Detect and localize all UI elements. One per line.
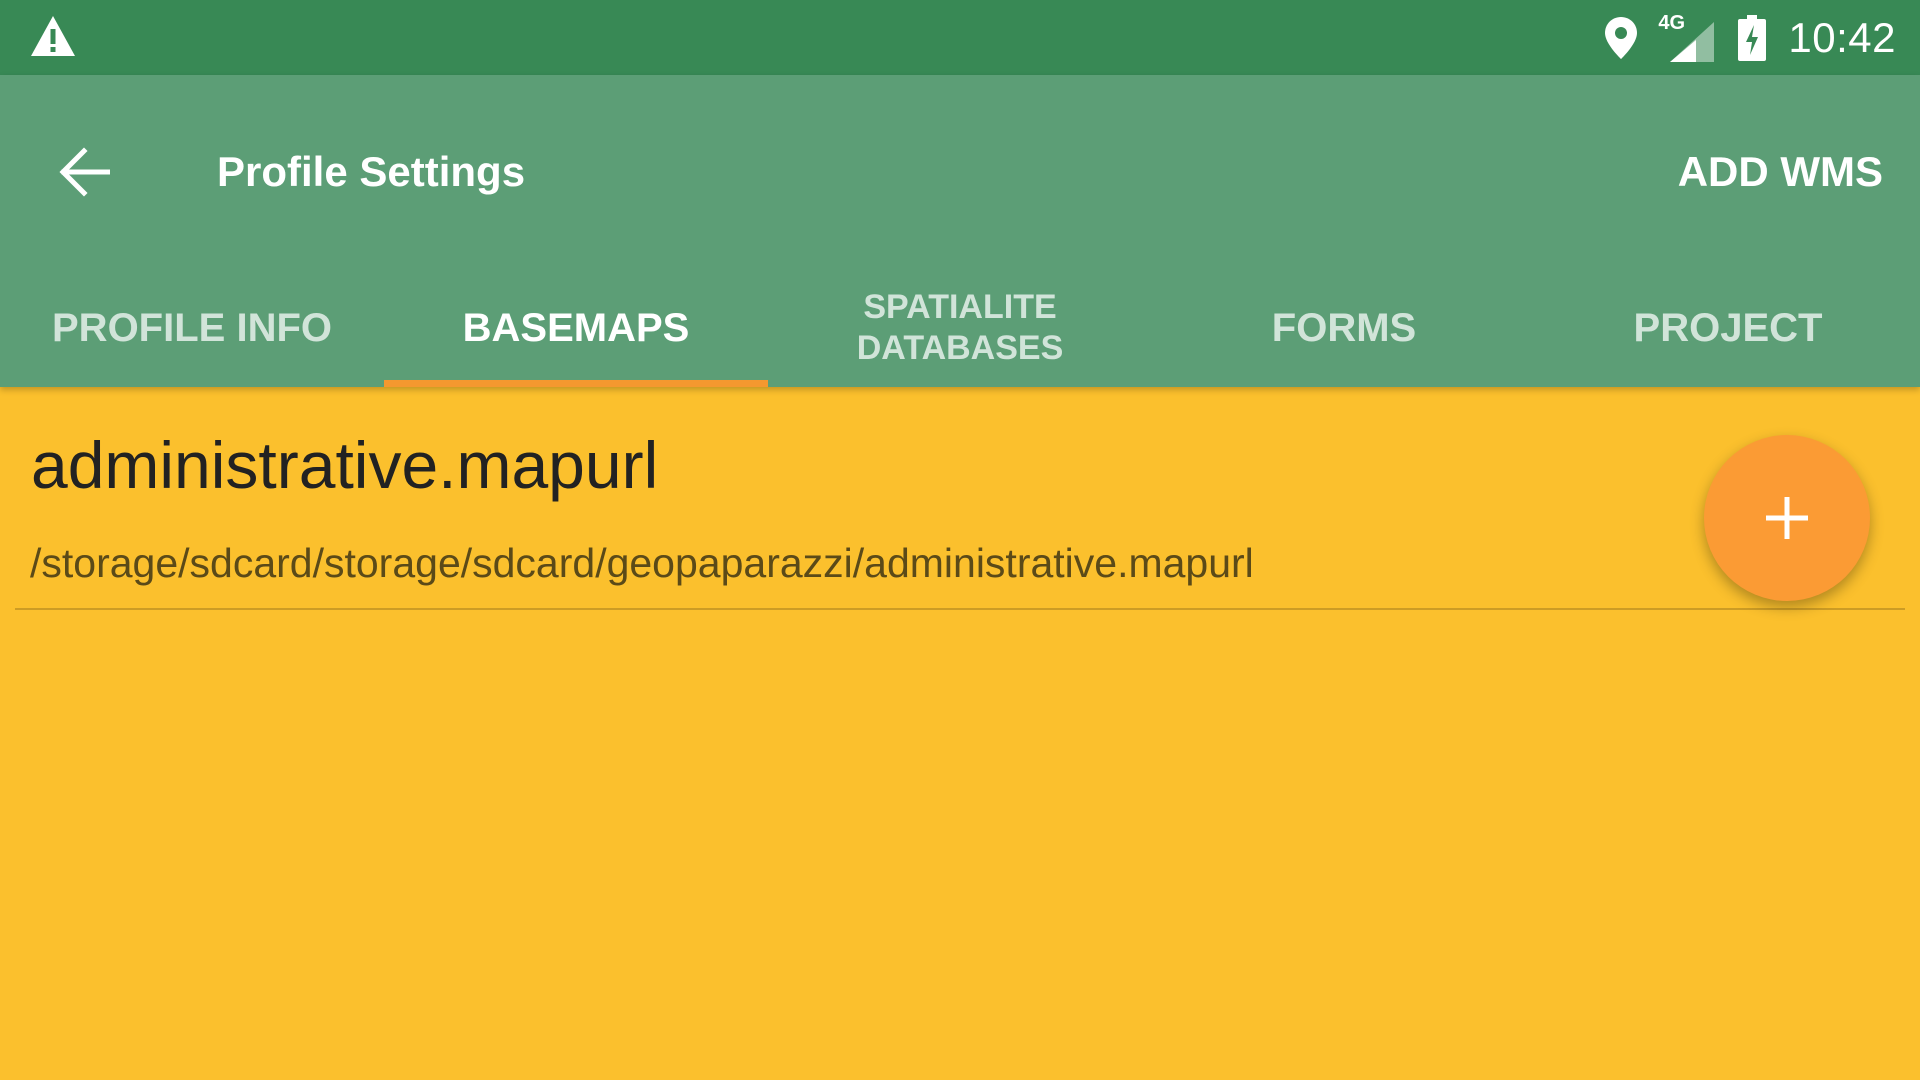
app-bar: Profile Settings ADD WMS PROFILE INFO BA… <box>0 75 1920 387</box>
add-wms-button[interactable]: ADD WMS <box>1678 147 1883 197</box>
location-icon <box>1605 16 1638 59</box>
tab-label: PROFILE INFO <box>52 306 332 350</box>
back-button[interactable] <box>52 140 116 204</box>
tab-active-indicator <box>384 380 768 387</box>
status-bar: 4G 10:42 <box>0 0 1920 75</box>
warning-icon <box>31 16 75 56</box>
tab-spatialite-databases[interactable]: SPATIALITE DATABASES <box>768 269 1152 387</box>
screen: 4G 10:42 Profile Settings ADD WMS PROFIL… <box>0 0 1920 1080</box>
tab-profile-info[interactable]: PROFILE INFO <box>0 269 384 387</box>
arrow-left-icon <box>59 147 110 197</box>
status-icons: 4G 10:42 <box>1604 0 1896 75</box>
battery-charging-icon <box>1738 14 1767 61</box>
signal-indicator: 4G <box>1658 12 1715 62</box>
tab-label: PROJECT <box>1633 306 1823 350</box>
tab-label: SPATIALITE DATABASES <box>856 288 1064 367</box>
list-item[interactable]: administrative.mapurl /storage/sdcard/st… <box>15 387 1905 610</box>
basemap-title: administrative.mapurl <box>31 428 659 502</box>
page-title: Profile Settings <box>217 148 526 195</box>
clock: 10:42 <box>1788 13 1896 61</box>
tab-project[interactable]: PROJECT <box>1536 269 1920 387</box>
signal-icon <box>1670 21 1715 62</box>
tab-bar: PROFILE INFO BASEMAPS SPATIALITE DATABAS… <box>0 269 1920 387</box>
tab-label: FORMS <box>1271 306 1417 350</box>
add-basemap-button[interactable] <box>1704 435 1870 601</box>
basemap-path: /storage/sdcard/storage/sdcard/geopapara… <box>30 540 1254 586</box>
tab-basemaps[interactable]: BASEMAPS <box>384 269 768 387</box>
basemaps-list: administrative.mapurl /storage/sdcard/st… <box>0 387 1920 1080</box>
plus-icon <box>1766 497 1808 539</box>
tab-label: BASEMAPS <box>462 306 690 350</box>
tab-forms[interactable]: FORMS <box>1152 269 1536 387</box>
